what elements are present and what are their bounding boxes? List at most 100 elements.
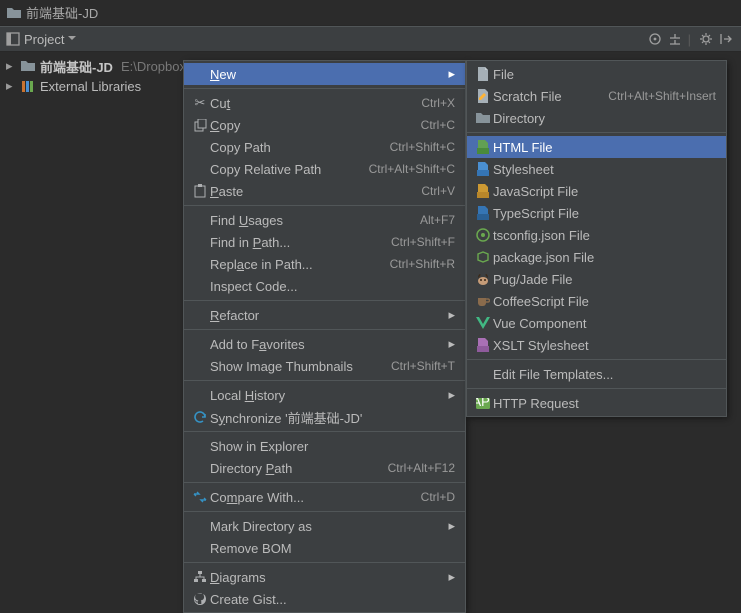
ctx-remove-bom[interactable]: Remove BOM [184,537,465,559]
ctx-inspect-code[interactable]: Inspect Code... [184,275,465,297]
caret-right-icon[interactable]: ▸ [6,58,16,74]
separator [184,482,465,483]
hide-icon[interactable] [717,30,735,48]
sub-javascript-file[interactable]: JavaScript File [467,180,726,202]
tree-libs-name: External Libraries [40,79,141,94]
shortcut: Ctrl+X [421,96,455,110]
shortcut: Ctrl+Shift+T [391,359,455,373]
sub-http-request[interactable]: API HTTP Request [467,392,726,414]
html-icon [473,139,493,155]
separator [184,562,465,563]
separator [184,88,465,89]
submenu-arrow-icon: ▸ [445,387,455,403]
breadcrumb-project[interactable]: 前端基础-JD [26,3,98,22]
sub-scratch-file[interactable]: Scratch File Ctrl+Alt+Shift+Insert [467,85,726,107]
breadcrumb: 前端基础-JD [0,0,741,26]
ctx-copy[interactable]: Copy Ctrl+C [184,114,465,136]
ctx-add-to-favorites[interactable]: Add to Favorites ▸ [184,333,465,355]
shortcut: Ctrl+Alt+F12 [388,461,455,475]
vue-icon [473,315,493,331]
shortcut: Ctrl+Shift+C [390,140,455,154]
shortcut: Ctrl+Alt+Shift+Insert [608,89,716,103]
folder-icon [473,110,493,126]
ctx-local-history[interactable]: Local History ▸ [184,384,465,406]
submenu-arrow-icon: ▸ [445,66,455,82]
scissors-icon: ✂ [190,95,210,111]
npm-icon [473,249,493,265]
separator [467,359,726,360]
ctx-copy-relative-path[interactable]: Copy Relative Path Ctrl+Alt+Shift+C [184,158,465,180]
ts-icon [473,205,493,221]
ctx-copy-path[interactable]: Copy Path Ctrl+Shift+C [184,136,465,158]
sub-coffeescript[interactable]: CoffeeScript File [467,290,726,312]
submenu-arrow-icon: ▸ [445,518,455,534]
shortcut: Ctrl+C [421,118,455,132]
panel-toggle-icon[interactable] [6,32,20,46]
ctx-show-thumbnails[interactable]: Show Image Thumbnails Ctrl+Shift+T [184,355,465,377]
ctx-find-in-path[interactable]: Find in Path... Ctrl+Shift+F [184,231,465,253]
api-icon: API [473,395,493,411]
ctx-create-gist[interactable]: Create Gist... [184,588,465,610]
sub-html-file[interactable]: HTML File [467,136,726,158]
coffee-icon [473,293,493,309]
chevron-down-icon[interactable] [68,35,76,43]
ctx-paste[interactable]: Paste Ctrl+V [184,180,465,202]
gear-icon[interactable] [697,30,715,48]
ctx-mark-directory-as[interactable]: Mark Directory as ▸ [184,515,465,537]
ctx-show-in-explorer[interactable]: Show in Explorer [184,435,465,457]
ctx-find-usages[interactable]: Find Usages Alt+F7 [184,209,465,231]
paste-icon [190,183,210,199]
sub-typescript-file[interactable]: TypeScript File [467,202,726,224]
sub-xslt[interactable]: XSLT Stylesheet [467,334,726,356]
sub-stylesheet[interactable]: Stylesheet [467,158,726,180]
caret-right-icon[interactable]: ▸ [6,78,16,94]
shortcut: Ctrl+Shift+F [391,235,455,249]
context-menu: NNewew ▸ ✂ Cut Ctrl+X Copy Ctrl+C Copy P… [183,60,466,613]
tsconfig-icon [473,227,493,243]
submenu-arrow-icon: ▸ [445,336,455,352]
pug-icon [473,271,493,287]
sub-vue-component[interactable]: Vue Component [467,312,726,334]
ctx-compare-with[interactable]: Compare With... Ctrl+D [184,486,465,508]
separator [184,329,465,330]
css-icon [473,161,493,177]
separator [467,132,726,133]
separator [184,300,465,301]
ctx-directory-path[interactable]: Directory Path Ctrl+Alt+F12 [184,457,465,479]
ctx-synchronize[interactable]: Synchronize '前端基础-JD' [184,406,465,428]
sub-edit-templates[interactable]: Edit File Templates... [467,363,726,385]
sub-package-json[interactable]: package.json File [467,246,726,268]
separator [184,431,465,432]
separator [184,511,465,512]
submenu-arrow-icon: ▸ [445,307,455,323]
shortcut: Ctrl+V [421,184,455,198]
sub-tsconfig[interactable]: tsconfig.json File [467,224,726,246]
ctx-diagrams[interactable]: Diagrams ▸ [184,566,465,588]
sub-directory[interactable]: Directory [467,107,726,129]
shortcut: Ctrl+D [421,490,455,504]
separator [467,388,726,389]
ctx-refactor[interactable]: Refactor ▸ [184,304,465,326]
copy-icon [190,117,210,133]
ctx-cut[interactable]: ✂ Cut Ctrl+X [184,92,465,114]
ctx-new[interactable]: NNewew ▸ [184,63,465,85]
xslt-icon [473,337,493,353]
libraries-icon [20,78,36,94]
tree-root-name: 前端基础-JD [40,57,113,76]
collapse-all-icon[interactable] [666,30,684,48]
shortcut: Ctrl+Alt+Shift+C [369,162,455,176]
sync-icon [190,409,210,425]
separator [184,380,465,381]
separator: | [688,32,691,47]
compare-icon [190,489,210,505]
submenu-arrow-icon: ▸ [445,569,455,585]
sub-pug-jade[interactable]: Pug/Jade File [467,268,726,290]
ctx-replace-in-path[interactable]: Replace in Path... Ctrl+Shift+R [184,253,465,275]
svg-text:API: API [476,398,490,409]
github-icon [190,591,210,607]
panel-title[interactable]: Project [24,32,64,47]
locate-icon[interactable] [646,30,664,48]
js-icon [473,183,493,199]
blank-icon [190,139,210,155]
sub-file[interactable]: File [467,63,726,85]
